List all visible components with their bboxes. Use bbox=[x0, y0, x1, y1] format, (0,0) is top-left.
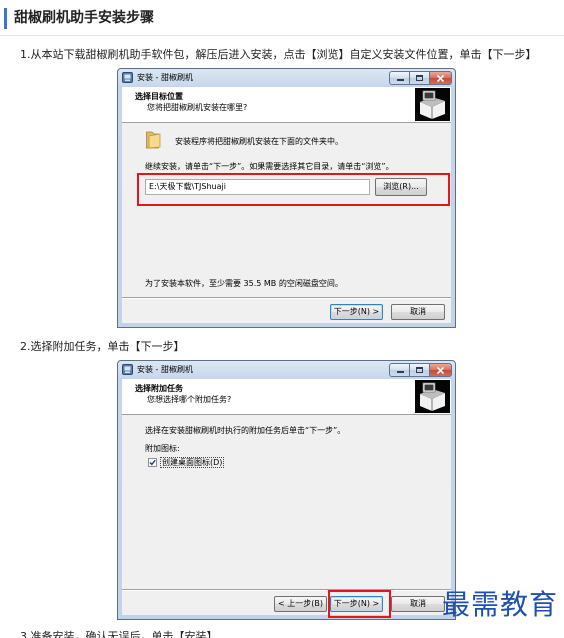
setup-app-icon bbox=[122, 364, 133, 375]
close-button[interactable] bbox=[430, 363, 452, 377]
desktop-icon-checkbox[interactable] bbox=[148, 458, 157, 467]
wizard-header: 选择附加任务 您想选择哪个附加任务? bbox=[122, 379, 451, 415]
next-button[interactable]: 下一步(N) > bbox=[330, 304, 383, 320]
window-titlebar[interactable]: 安装 - 甜椒刷机 bbox=[118, 361, 455, 379]
header-accent-bar bbox=[4, 8, 7, 29]
step-1-text: 1.从本站下载甜椒刷机助手软件包，解压后进入安装，点击【浏览】自定义安装文件位置… bbox=[20, 48, 537, 61]
destination-instruction-text: 继续安装，请单击“下一步”。如果需要选择其它目录，请单击“浏览”。 bbox=[145, 162, 394, 171]
setup-wizard-icon bbox=[415, 380, 450, 413]
minimize-button[interactable] bbox=[389, 363, 410, 377]
close-icon bbox=[437, 75, 444, 82]
installer-window-tasks: 安装 - 甜椒刷机 选择附加任务 您想选择哪个附加任务? 选择在安装甜椒刷机时执… bbox=[117, 360, 456, 620]
button-area-divider bbox=[122, 297, 451, 299]
back-button[interactable]: < 上一步(B) bbox=[274, 596, 327, 612]
minimize-icon bbox=[397, 79, 404, 81]
page-title: 甜椒刷机助手安装步骤 bbox=[14, 10, 154, 26]
close-button[interactable] bbox=[430, 71, 452, 85]
maximize-button[interactable] bbox=[410, 363, 430, 377]
close-icon bbox=[437, 367, 444, 374]
folder-icon bbox=[145, 131, 161, 149]
wizard-page-title: 选择目标位置 bbox=[135, 92, 183, 101]
maximize-icon bbox=[416, 367, 423, 373]
highlight-box-path-browse bbox=[137, 173, 450, 206]
watermark: 最需教育 bbox=[442, 588, 559, 621]
highlight-box-next bbox=[328, 590, 391, 618]
wizard-page-subtitle: 您想选择哪个附加任务? bbox=[147, 395, 232, 404]
setup-wizard-icon bbox=[415, 88, 450, 121]
page-header: 甜椒刷机助手安装步骤 bbox=[0, 0, 564, 36]
minimize-icon bbox=[397, 371, 404, 373]
step-3-text: 3.准备安装，确认无误后，单击【安装】 bbox=[20, 630, 218, 638]
tasks-instruction-text: 选择在安装甜椒刷机时执行的附加任务后单击“下一步”。 bbox=[145, 426, 346, 435]
desktop-icon-checkbox-label[interactable]: 创建桌面图标(D) bbox=[160, 457, 225, 468]
checkmark-icon bbox=[149, 459, 156, 466]
wizard-header: 选择目标位置 您将把甜椒刷机安装在哪里? bbox=[122, 87, 451, 123]
button-area-divider bbox=[122, 589, 451, 591]
cancel-button[interactable]: 取消 bbox=[391, 304, 445, 320]
window-title: 安装 - 甜椒刷机 bbox=[137, 73, 193, 82]
cancel-button[interactable]: 取消 bbox=[391, 596, 445, 612]
setup-app-icon bbox=[122, 72, 133, 83]
window-title: 安装 - 甜椒刷机 bbox=[137, 365, 193, 374]
wizard-client-area: 选择附加任务 您想选择哪个附加任务? 选择在安装甜椒刷机时执行的附加任务后单击“… bbox=[122, 379, 451, 615]
disk-space-note: 为了安装本软件，至少需要 35.5 MB 的空闲磁盘空间。 bbox=[145, 279, 343, 288]
destination-intro-text: 安装程序将把甜椒刷机安装在下面的文件夹中。 bbox=[175, 137, 343, 146]
installer-window-destination: 安装 - 甜椒刷机 选择目标位置 您将把甜椒刷机安装在哪里? 安装程序将把甜椒刷… bbox=[117, 68, 456, 328]
additional-icons-label: 附加图标: bbox=[145, 444, 180, 453]
window-titlebar[interactable]: 安装 - 甜椒刷机 bbox=[118, 69, 455, 87]
wizard-page-subtitle: 您将把甜椒刷机安装在哪里? bbox=[147, 103, 248, 112]
maximize-icon bbox=[416, 75, 423, 81]
minimize-button[interactable] bbox=[389, 71, 410, 85]
maximize-button[interactable] bbox=[410, 71, 430, 85]
step-2-text: 2.选择附加任务，单击【下一步】 bbox=[20, 340, 185, 353]
wizard-page-title: 选择附加任务 bbox=[135, 384, 183, 393]
